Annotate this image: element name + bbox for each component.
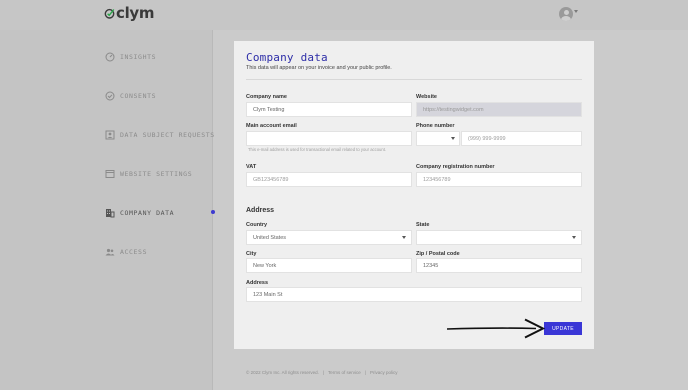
address-section-title: Address xyxy=(246,207,275,214)
sidebar-item-consents[interactable]: CONSENTS xyxy=(105,90,156,102)
address-label: Address xyxy=(246,280,269,286)
state-select[interactable] xyxy=(416,230,582,245)
logo-text: clym xyxy=(116,4,155,22)
country-select[interactable]: United States xyxy=(246,230,412,245)
country-label: Country xyxy=(246,222,268,228)
requests-icon xyxy=(105,130,115,140)
sidebar-item-label: ACCESS xyxy=(120,248,148,256)
terms-link[interactable]: Terms of service xyxy=(328,370,361,375)
chevron-down-icon xyxy=(451,137,455,140)
arrow-right-icon xyxy=(446,318,546,339)
city-input[interactable]: New York xyxy=(246,258,412,273)
sidebar-item-insights[interactable]: INSIGHTS xyxy=(105,51,156,63)
update-button[interactable]: UPDATE xyxy=(544,322,582,335)
email-label: Main account email xyxy=(246,123,297,129)
insights-icon xyxy=(105,52,115,62)
sidebar-item-label: DATA SUBJECT REQUESTS xyxy=(120,131,215,139)
vat-label: VAT xyxy=(246,164,257,170)
chevron-down-icon xyxy=(572,236,576,239)
phone-label: Phone number xyxy=(416,123,455,129)
chevron-down-icon[interactable] xyxy=(574,10,578,13)
company-name-input[interactable]: Clym Testing xyxy=(246,102,412,117)
clym-logo[interactable]: clym xyxy=(104,4,155,22)
consents-icon xyxy=(105,91,115,101)
footer-separator: | xyxy=(322,370,325,375)
company-name-label: Company name xyxy=(246,94,287,100)
top-bar: clym xyxy=(0,0,688,30)
sidebar-item-label: CONSENTS xyxy=(120,92,157,100)
clym-logo-icon xyxy=(104,8,115,19)
zip-input[interactable]: 12345 xyxy=(416,258,582,273)
building-icon xyxy=(105,208,115,218)
divider xyxy=(246,79,582,80)
copyright-text: © 2022 Clym Inc. All rights reserved. xyxy=(246,370,319,375)
users-icon xyxy=(105,247,115,257)
reg-number-label: Company registration number xyxy=(416,164,495,170)
browser-window-icon xyxy=(105,169,115,179)
company-data-panel: Company data This data will appear on yo… xyxy=(234,41,594,349)
reg-number-input[interactable]: 123456789 xyxy=(416,172,582,187)
city-label: City xyxy=(246,251,257,257)
footer-separator: | xyxy=(364,370,366,375)
zip-label: Zip / Postal code xyxy=(416,251,460,257)
email-hint: This e-mail address is used for transact… xyxy=(248,147,387,152)
state-label: State xyxy=(416,222,430,228)
sidebar-item-label: INSIGHTS xyxy=(120,53,157,61)
vat-input[interactable]: GB123456789 xyxy=(246,172,412,187)
sidebar-item-access[interactable]: ACCESS xyxy=(105,246,147,258)
user-avatar[interactable] xyxy=(559,7,573,21)
active-indicator xyxy=(211,210,215,214)
sidebar-item-data-subject-requests[interactable]: DATA SUBJECT REQUESTS xyxy=(105,129,215,141)
sidebar-item-label: COMPANY DATA xyxy=(120,209,175,217)
phone-input[interactable]: (999) 999-9999 xyxy=(461,131,582,146)
email-field[interactable] xyxy=(246,131,412,146)
sidebar-item-company-data[interactable]: COMPANY DATA xyxy=(105,207,174,219)
address-input[interactable]: 123 Main St xyxy=(246,287,582,302)
page-subtitle: This data will appear on your invoice an… xyxy=(246,65,392,71)
website-input[interactable]: https://testingwidget.com xyxy=(416,102,582,117)
footer: © 2022 Clym Inc. All rights reserved. | … xyxy=(246,370,397,375)
sidebar-item-website-settings[interactable]: WEBSITE SETTINGS xyxy=(105,168,192,180)
sidebar-item-label: WEBSITE SETTINGS xyxy=(120,170,193,178)
privacy-link[interactable]: Privacy policy xyxy=(370,370,398,375)
page-title: Company data xyxy=(246,51,328,64)
chevron-down-icon xyxy=(402,236,406,239)
website-label: Website xyxy=(416,94,437,100)
